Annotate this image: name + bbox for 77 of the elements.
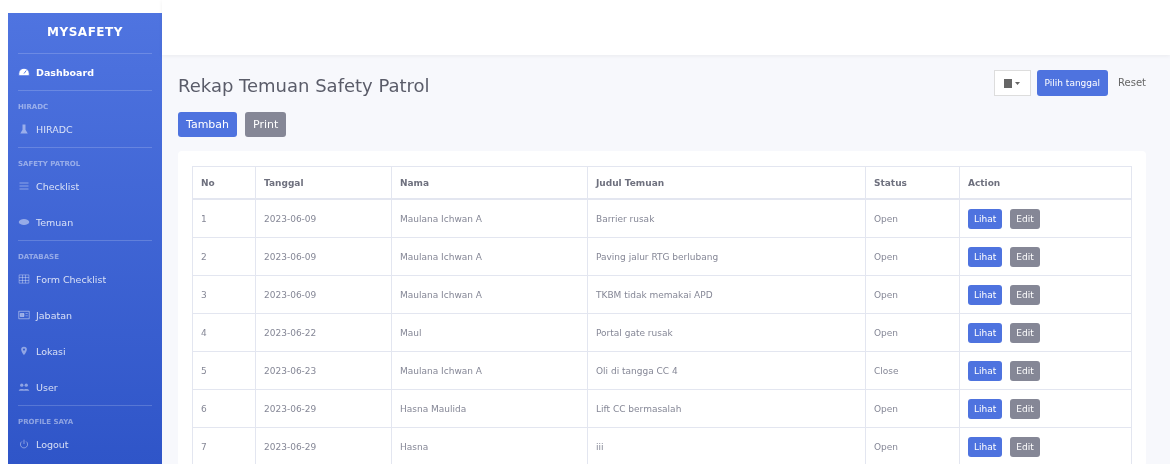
table-cell: Maulana Ichwan A bbox=[391, 351, 588, 390]
users-icon bbox=[18, 382, 30, 392]
table-cell: 2023-06-29 bbox=[255, 389, 392, 428]
column-header: Tanggal bbox=[255, 166, 392, 199]
brand-logo: MYSAFETY bbox=[46, 24, 124, 41]
view-button[interactable]: Lihat bbox=[968, 398, 1003, 419]
table-cell: Barrier rusak bbox=[587, 199, 866, 238]
sidebar-item[interactable]: Lokasi bbox=[18, 333, 152, 369]
table-cell: 2 bbox=[192, 237, 256, 276]
calendar-icon bbox=[1004, 77, 1021, 88]
table-cell: Lift CC bermasalah bbox=[587, 389, 866, 428]
date-dropdown[interactable] bbox=[993, 69, 1031, 96]
view-button[interactable]: Lihat bbox=[968, 360, 1003, 381]
column-header: Nama bbox=[391, 166, 588, 199]
table-cell: 5 bbox=[192, 351, 256, 390]
edit-button[interactable]: Edit bbox=[1010, 246, 1040, 267]
sidebar-item[interactable]: Logout bbox=[18, 426, 152, 462]
sidebar-item[interactable]: Form Checklist bbox=[18, 261, 152, 297]
list-icon bbox=[18, 181, 30, 191]
flask-icon bbox=[18, 124, 30, 134]
sidebar-item[interactable]: Checklist bbox=[18, 168, 152, 204]
edit-button[interactable]: Edit bbox=[1010, 208, 1040, 229]
gauge-icon bbox=[18, 67, 30, 77]
reset-link[interactable]: Reset bbox=[1118, 77, 1146, 88]
column-header: Action bbox=[959, 166, 1132, 199]
table-cell: Open bbox=[865, 275, 960, 314]
table-cell: Open bbox=[865, 199, 960, 238]
table-cell: 2023-06-09 bbox=[255, 199, 392, 238]
table-cell: 7 bbox=[192, 427, 256, 464]
edit-button[interactable]: Edit bbox=[1010, 398, 1040, 419]
column-header: Status bbox=[865, 166, 960, 199]
table-cell: Close bbox=[865, 351, 960, 390]
pick-date-button[interactable]: Pilih tanggal bbox=[1036, 69, 1109, 96]
column-header: No bbox=[192, 166, 256, 199]
eye-icon bbox=[18, 217, 30, 227]
table-cell: 2023-06-09 bbox=[255, 237, 392, 276]
add-button[interactable]: Tambah bbox=[178, 112, 238, 137]
print-button[interactable]: Print bbox=[245, 112, 287, 137]
location-pin-icon bbox=[18, 346, 30, 356]
table-cell: Portal gate rusak bbox=[587, 313, 866, 352]
view-button[interactable]: Lihat bbox=[968, 436, 1003, 457]
table-cell: 2023-06-09 bbox=[255, 275, 392, 314]
edit-button[interactable]: Edit bbox=[1010, 284, 1040, 305]
view-button[interactable]: Lihat bbox=[968, 208, 1003, 229]
edit-button[interactable]: Edit bbox=[1010, 436, 1040, 457]
table-cell: 3 bbox=[192, 275, 256, 314]
view-button[interactable]: Lihat bbox=[968, 246, 1003, 267]
page-title: Rekap Temuan Safety Patrol bbox=[178, 75, 430, 96]
edit-button[interactable]: Edit bbox=[1010, 322, 1040, 343]
table-cell: TKBM tidak memakai APD bbox=[587, 275, 866, 314]
table-cell: 2023-06-23 bbox=[255, 351, 392, 390]
column-header: Judul Temuan bbox=[587, 166, 866, 199]
table-cell: 6 bbox=[192, 389, 256, 428]
table-cell: Maulana Ichwan A bbox=[391, 275, 588, 314]
sidebar-item[interactable]: Temuan bbox=[18, 204, 152, 240]
power-icon bbox=[18, 439, 30, 449]
sidebar-item[interactable]: Dashboard bbox=[18, 54, 152, 90]
view-button[interactable]: Lihat bbox=[968, 322, 1003, 343]
table-cell: 1 bbox=[192, 199, 256, 238]
table-cell: Open bbox=[865, 389, 960, 428]
view-button[interactable]: Lihat bbox=[968, 284, 1003, 305]
table-icon bbox=[18, 274, 30, 284]
table-cell: Paving jalur RTG berlubang bbox=[587, 237, 866, 276]
id-card-icon bbox=[18, 310, 30, 320]
table-cell: Maulana Ichwan A bbox=[391, 237, 588, 276]
edit-button[interactable]: Edit bbox=[1010, 360, 1040, 381]
table-cell: Oli di tangga CC 4 bbox=[587, 351, 866, 390]
sidebar-item[interactable]: HIRADC bbox=[18, 111, 152, 147]
table-cell: Hasna Maulida bbox=[391, 389, 588, 428]
table-cell: Maul bbox=[391, 313, 588, 352]
table-cell: Maulana Ichwan A bbox=[391, 199, 588, 238]
sidebar-item[interactable]: User bbox=[18, 369, 152, 405]
table-cell: Open bbox=[865, 313, 960, 352]
table-cell: 4 bbox=[192, 313, 256, 352]
table-cell: 2023-06-22 bbox=[255, 313, 392, 352]
table-cell: Open bbox=[865, 237, 960, 276]
sidebar-item[interactable]: Jabatan bbox=[18, 297, 152, 333]
